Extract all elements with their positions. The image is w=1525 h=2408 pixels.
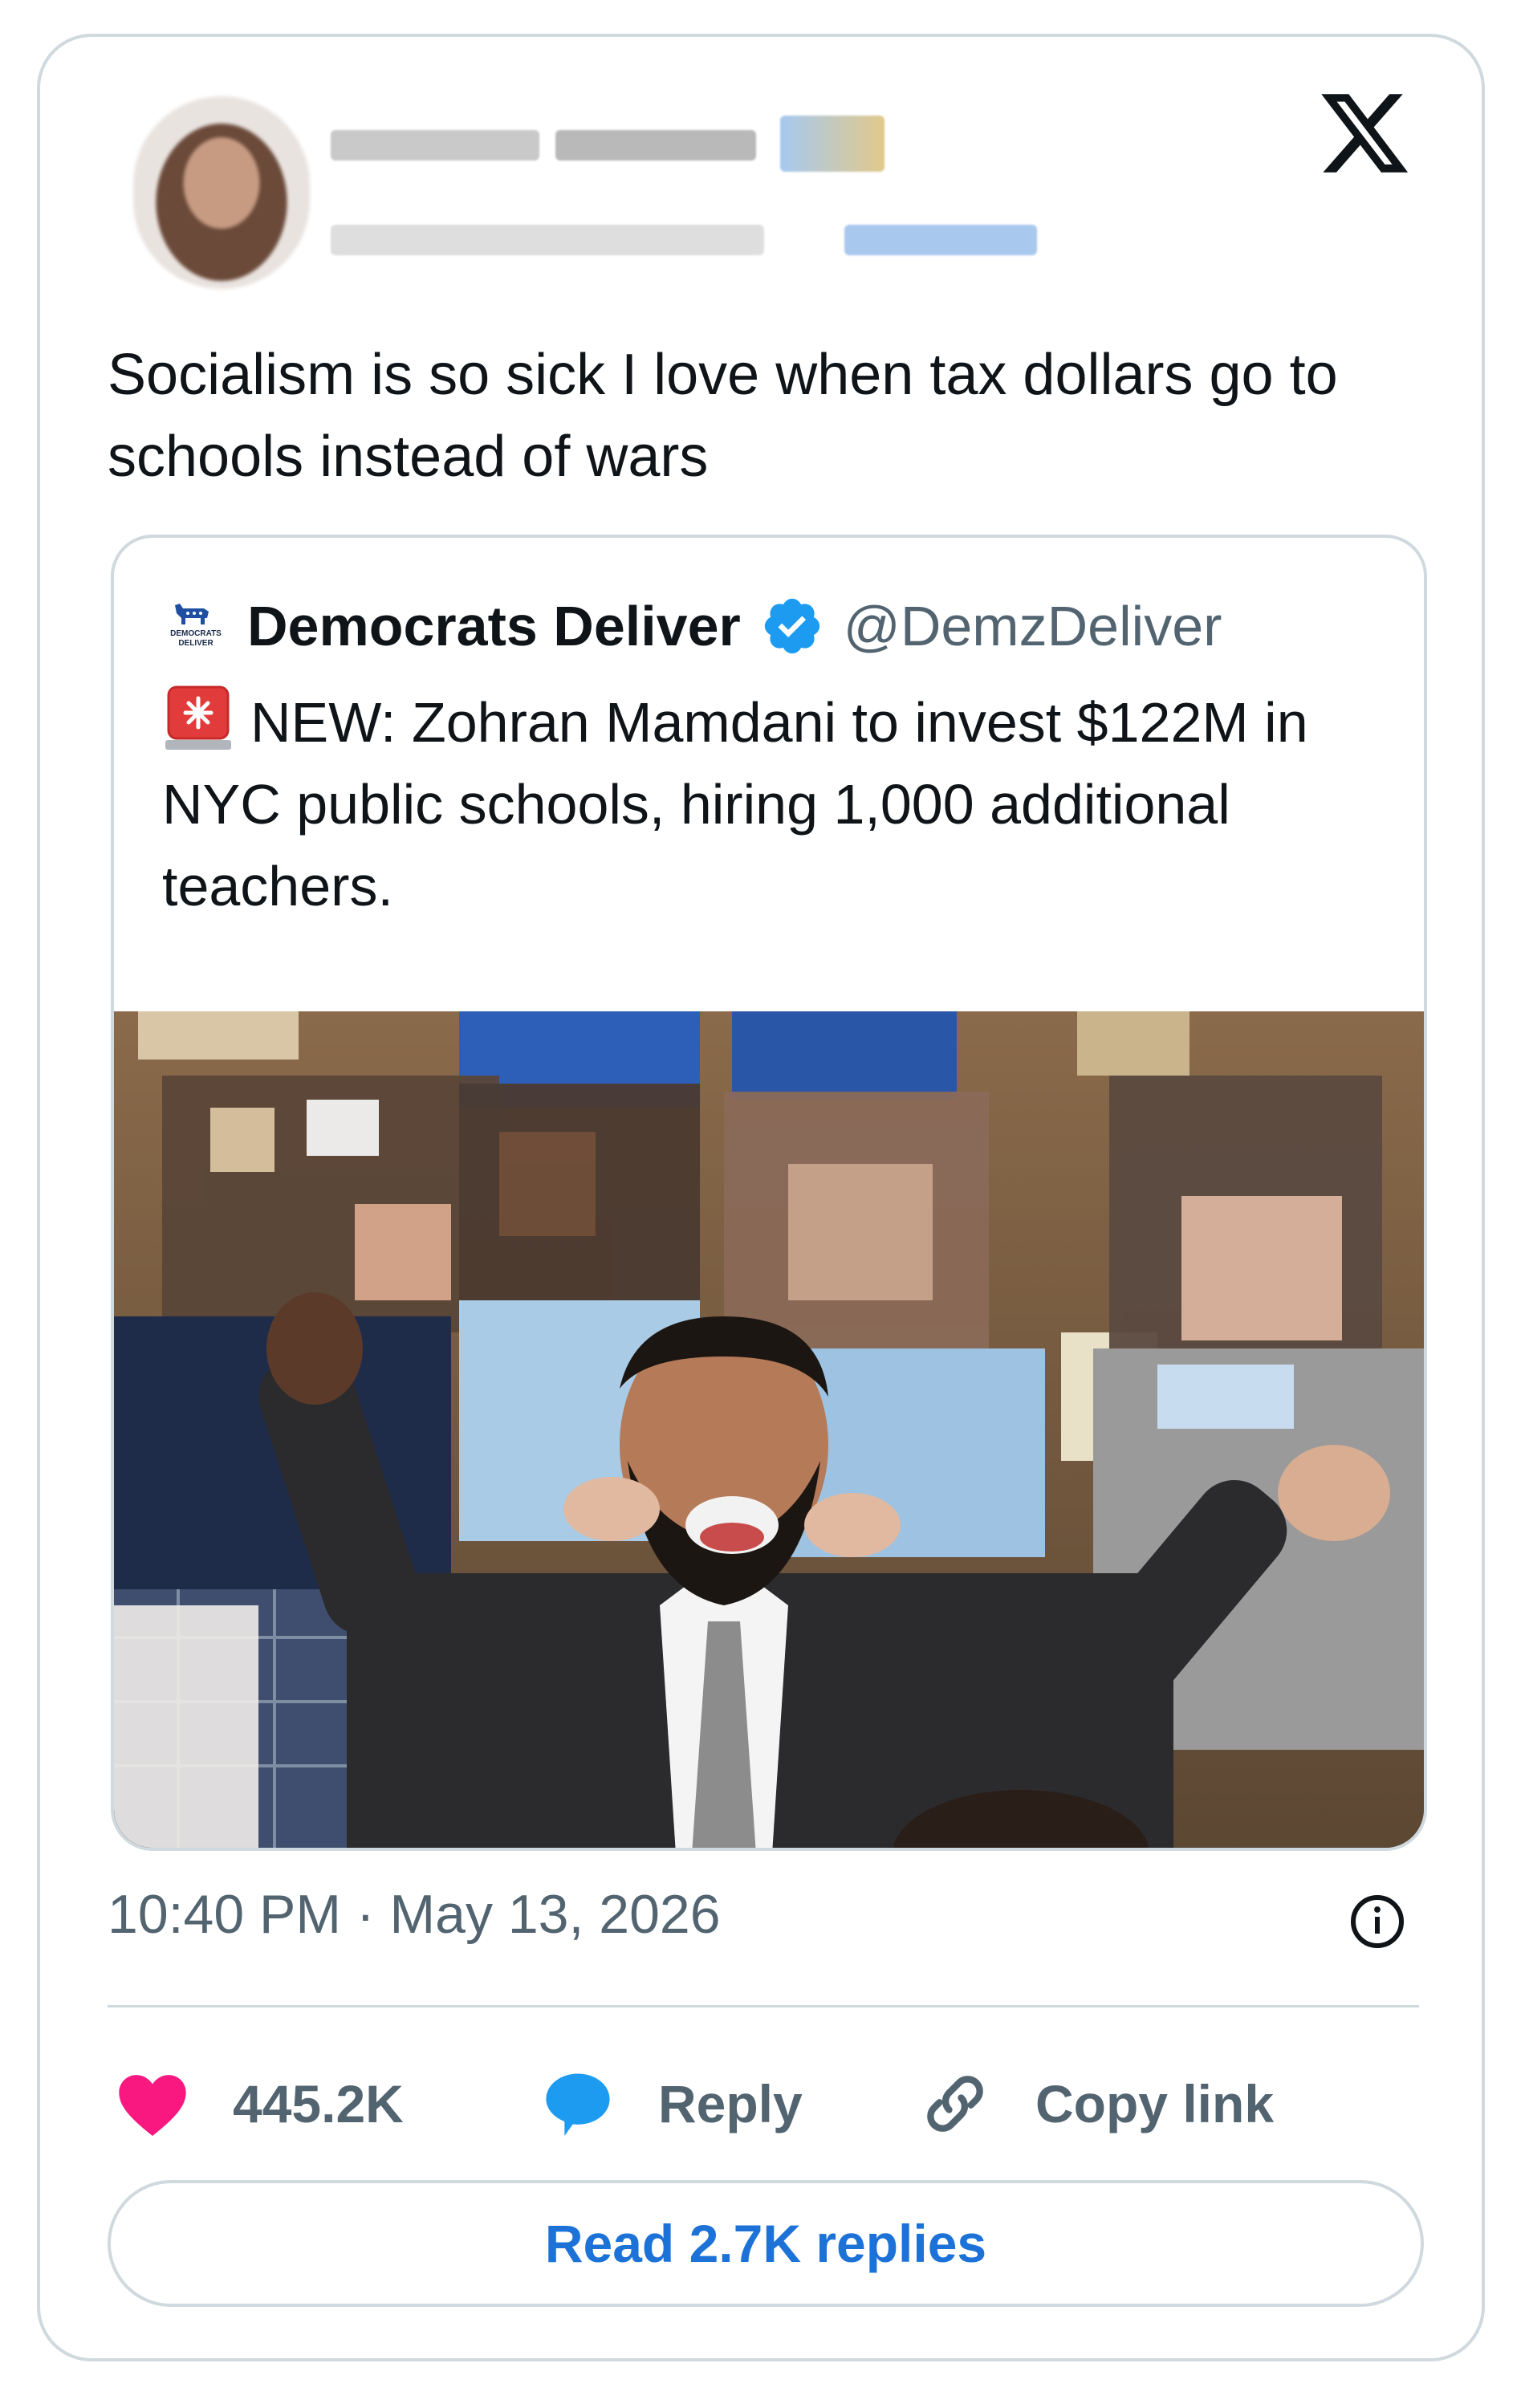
heart-icon <box>119 2075 186 2136</box>
tweet-card: Socialism is so sick I love when tax dol… <box>37 34 1485 2361</box>
quoted-text-block: NEW: Zohran Mamdani to invest $122M in N… <box>162 681 1382 927</box>
read-replies-button[interactable]: Read 2.7K replies <box>108 2180 1424 2307</box>
author-handle-obscured <box>331 225 764 255</box>
quoted-tweet[interactable]: DEMOCRATS DELIVER Democrats Deliver @Dem… <box>111 535 1427 1851</box>
like-count: 445.2K <box>233 2074 404 2133</box>
info-icon[interactable] <box>1348 1893 1406 1950</box>
copy-link-button[interactable]: Copy link <box>915 2064 1274 2144</box>
author-avatar[interactable] <box>133 96 310 289</box>
verified-badge-icon <box>764 598 819 654</box>
author-follow-obscured <box>844 225 1037 255</box>
classroom-photo-illustration <box>114 1011 1424 1848</box>
reply-label: Reply <box>658 2074 803 2133</box>
author-name-obscured <box>331 130 539 161</box>
x-logo-icon[interactable] <box>1316 85 1413 181</box>
siren-icon <box>165 685 231 750</box>
quoted-header: DEMOCRATS DELIVER Democrats Deliver @Dem… <box>164 586 1222 666</box>
reply-bubble-icon <box>546 2073 610 2136</box>
tweet-timestamp[interactable]: 10:40 PM · May 13, 2026 <box>108 1883 721 1946</box>
democrats-deliver-logo[interactable]: DEMOCRATS DELIVER <box>164 594 228 658</box>
divider <box>108 2005 1419 2007</box>
reply-button[interactable]: Reply <box>538 2064 803 2144</box>
quoted-author-handle[interactable]: @DemzDeliver <box>844 594 1222 658</box>
svg-text:DELIVER: DELIVER <box>178 639 214 648</box>
tweet-text: Socialism is so sick I love when tax dol… <box>108 343 1338 489</box>
link-icon <box>927 2076 983 2132</box>
svg-text:DEMOCRATS: DEMOCRATS <box>170 629 222 638</box>
author-name-obscured-2 <box>555 130 756 161</box>
quoted-text: NEW: Zohran Mamdani to invest $122M in N… <box>162 691 1308 917</box>
copy-link-label: Copy link <box>1035 2074 1275 2133</box>
author-emoji-obscured <box>780 116 885 172</box>
author-header[interactable] <box>74 67 1037 292</box>
like-button[interactable]: 445.2K <box>112 2064 404 2144</box>
quoted-author-name[interactable]: Democrats Deliver <box>247 594 741 658</box>
quoted-photo[interactable] <box>114 1011 1424 1848</box>
